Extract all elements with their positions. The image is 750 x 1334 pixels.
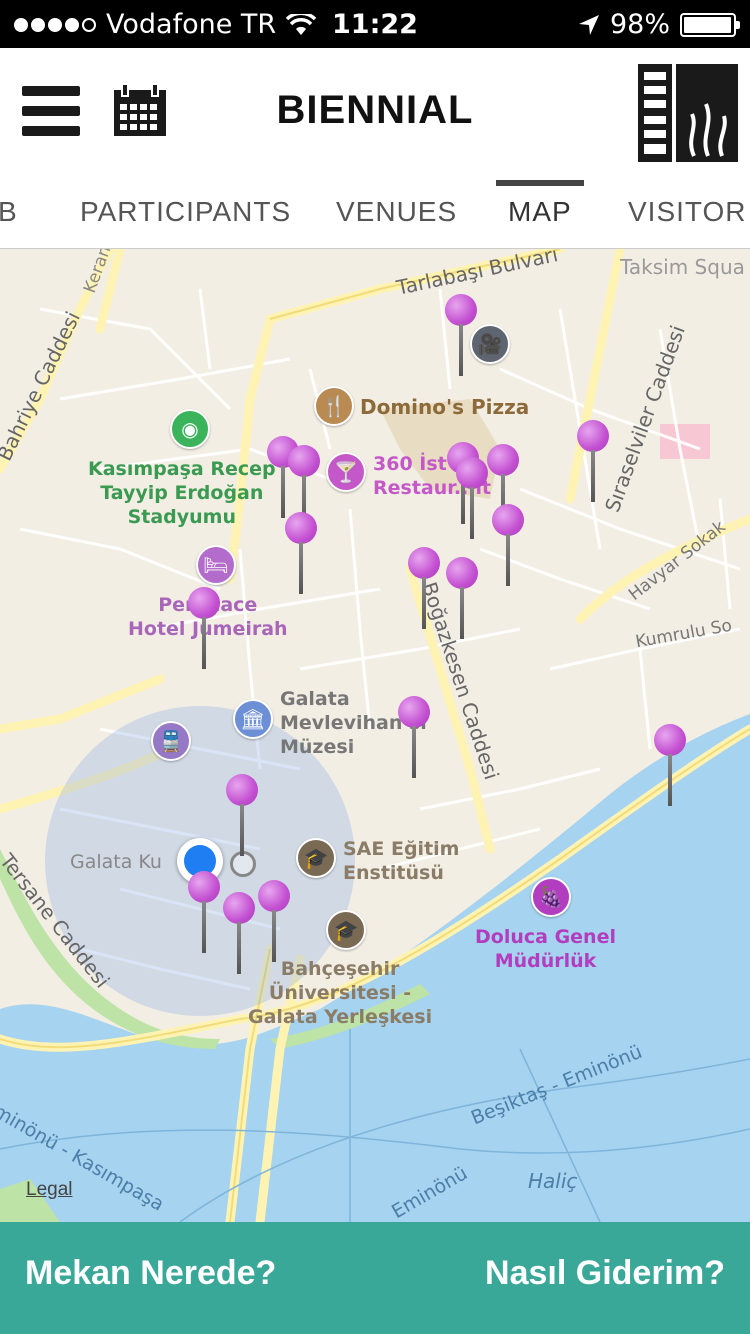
museum-icon[interactable]: 🏛 — [233, 699, 273, 739]
venue-pin[interactable] — [285, 512, 317, 594]
venue-pin[interactable] — [445, 294, 477, 376]
place-label-bahcesehir: Bahçeşehir Üniversitesi - Galata Yerleşkes… — [248, 958, 433, 1028]
place-label-galata-kulesi: Galata Ku — [70, 851, 162, 873]
battery-icon — [680, 12, 740, 37]
venue-pin[interactable] — [398, 696, 430, 778]
legal-link[interactable]: Legal — [26, 1179, 73, 1201]
restaurant-icon[interactable]: 🍴 — [314, 386, 354, 426]
tab-visitor-info[interactable]: VISITOR I — [628, 180, 750, 248]
venue-pin[interactable] — [654, 724, 686, 806]
cocktail-icon[interactable]: 🍸 — [326, 452, 366, 492]
app-header: BIENNIAL — [0, 48, 750, 181]
iksv-logo — [638, 64, 738, 162]
tab-bar: B PARTICIPANTS VENUES MAP VISITOR I — [0, 180, 750, 249]
water-label: Haliç — [528, 1169, 578, 1193]
stadium-icon[interactable]: ◉ — [170, 409, 210, 449]
place-label-stadium: Kasımpaşa Recep Tayyip Erdoğan Stadyumu — [88, 458, 276, 528]
bottom-action-bar: Mekan Nerede? Nasıl Giderim? — [0, 1222, 750, 1334]
venue-pin[interactable] — [188, 871, 220, 953]
battery-percent: 98% — [609, 9, 670, 40]
venue-pin[interactable] — [226, 774, 258, 856]
map-view[interactable]: Tarlabaşı Bulvarı Taksim Squa Keramet So… — [0, 249, 750, 1222]
location-arrow-icon — [578, 14, 599, 35]
venue-pin[interactable] — [258, 880, 290, 962]
venue-pin[interactable] — [188, 587, 220, 669]
place-label-sae: SAE Eğitim Enstitüsü — [343, 838, 460, 884]
venue-pin[interactable] — [577, 420, 609, 502]
tab-venues[interactable]: VENUES — [336, 180, 457, 248]
venue-pin[interactable] — [223, 892, 255, 974]
street-label: Taksim Squa — [620, 255, 745, 279]
where-is-venue-button[interactable]: Mekan Nerede? — [25, 1254, 276, 1293]
tab-participants[interactable]: PARTICIPANTS — [80, 180, 291, 248]
status-bar: Vodafone TR 11:22 98% — [0, 0, 750, 48]
train-icon[interactable]: 🚆 — [151, 721, 191, 761]
venue-pin[interactable] — [492, 504, 524, 586]
bed-icon[interactable]: 🛏 — [196, 545, 236, 585]
venue-pin[interactable] — [446, 557, 478, 639]
tab-partial-b[interactable]: B — [0, 180, 18, 248]
venue-pin[interactable] — [408, 547, 440, 629]
status-right: 98% — [578, 9, 740, 40]
place-label-doluca: Doluca Genel Müdürlük — [475, 926, 616, 972]
education-icon[interactable]: 🎓 — [296, 838, 336, 878]
education-icon[interactable]: 🎓 — [326, 910, 366, 950]
grapes-icon[interactable]: 🍇 — [531, 877, 571, 917]
venue-pin[interactable] — [456, 457, 488, 539]
tab-map[interactable]: MAP — [496, 180, 584, 248]
place-label-dominos: Domino's Pizza — [360, 395, 530, 419]
how-to-get-there-button[interactable]: Nasıl Giderim? — [485, 1254, 725, 1293]
